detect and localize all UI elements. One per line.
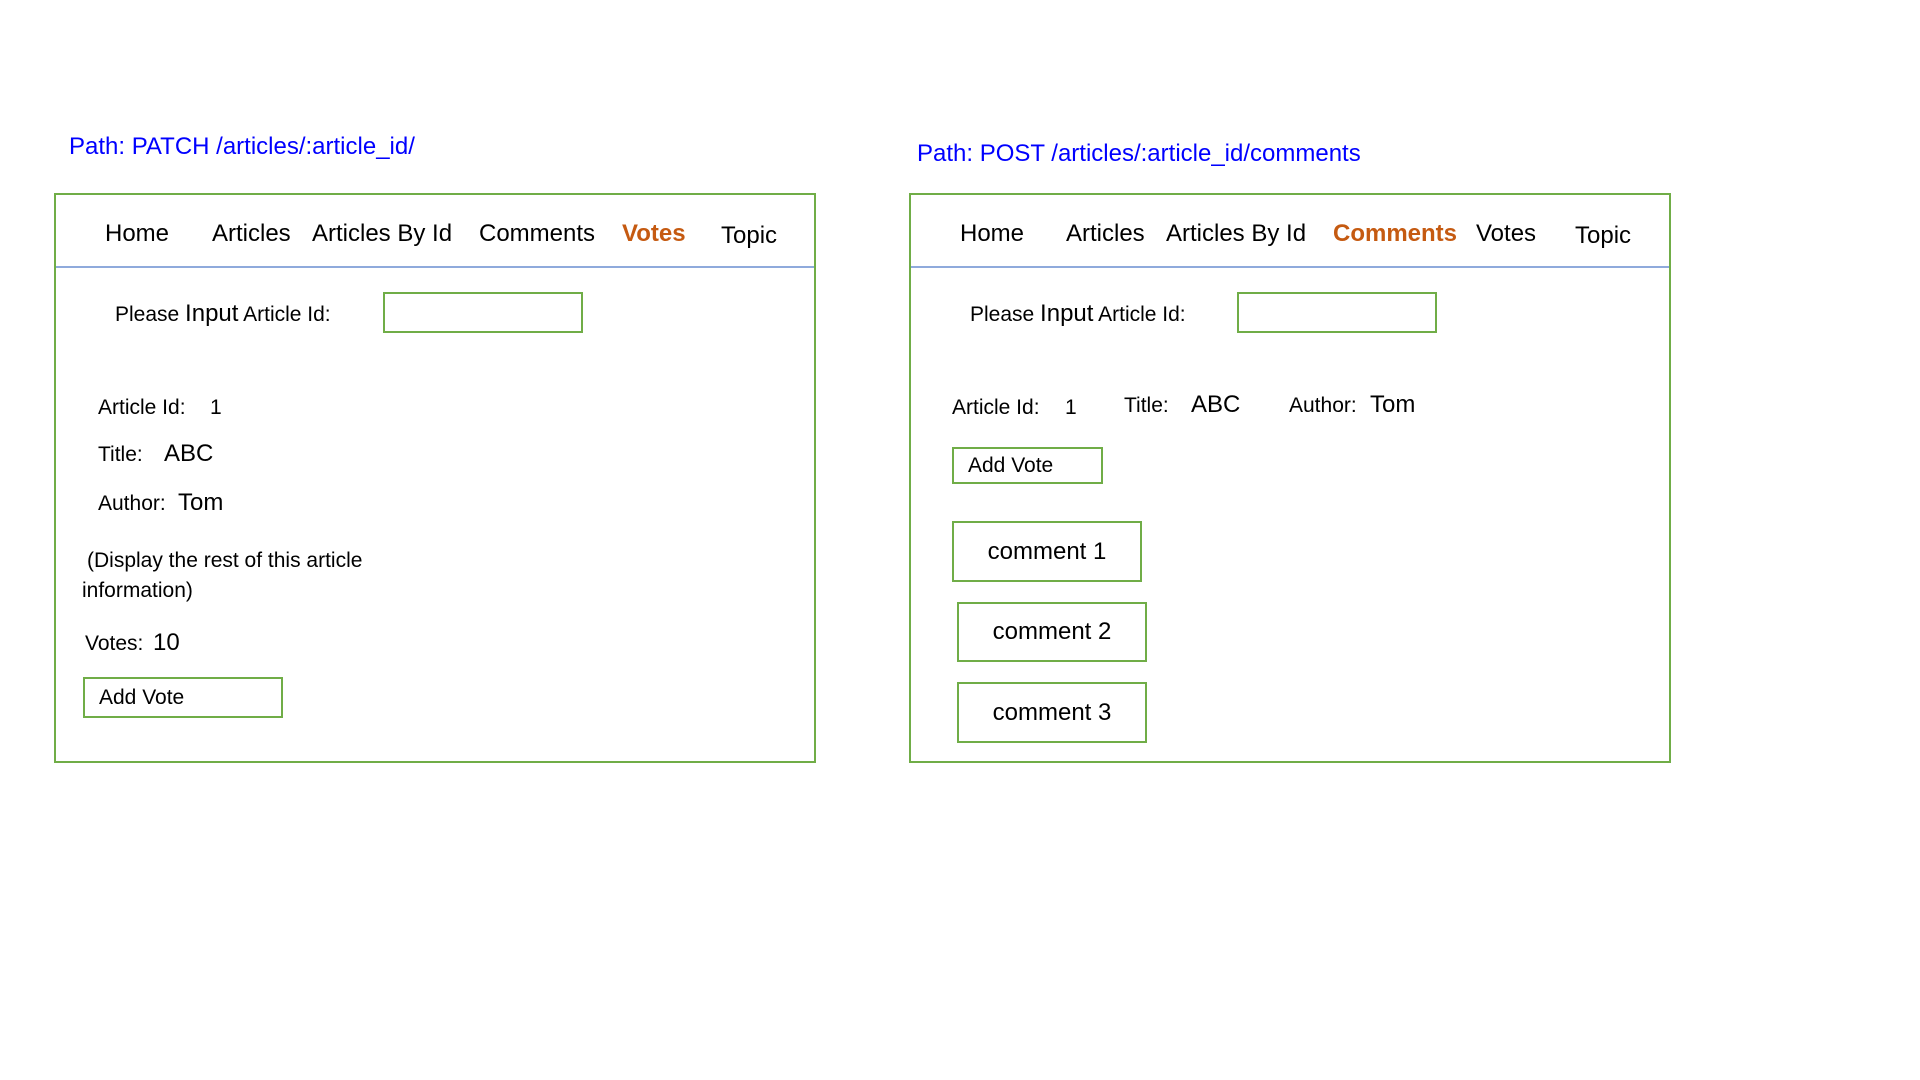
author-value: Tom	[1370, 391, 1416, 418]
comment-item[interactable]: comment 3	[957, 682, 1147, 743]
comment-item[interactable]: comment 1	[952, 521, 1142, 582]
title-label: Title:	[1124, 394, 1169, 417]
article-id-value: 1	[210, 396, 222, 419]
title-value: ABC	[164, 440, 214, 467]
author-value: Tom	[178, 489, 224, 516]
author-label: Author:	[1289, 394, 1357, 417]
author-label: Author:	[98, 492, 166, 515]
nav-articles-by-id[interactable]: Articles By Id	[312, 222, 452, 246]
nav-votes[interactable]: Votes	[622, 222, 686, 246]
add-vote-button[interactable]: Add Vote	[952, 447, 1103, 484]
left-path-label: Path: PATCH /articles/:article_id/	[69, 133, 415, 160]
comment-item[interactable]: comment 2	[957, 602, 1147, 662]
nav-comments[interactable]: Comments	[1333, 222, 1457, 246]
nav-articles[interactable]: Articles	[212, 222, 291, 246]
title-value: ABC	[1191, 391, 1241, 418]
title-label: Title:	[98, 443, 143, 466]
add-vote-button[interactable]: Add Vote	[83, 677, 283, 718]
nav-articles[interactable]: Articles	[1066, 222, 1145, 246]
note-line-2: information)	[82, 579, 193, 602]
nav-comments[interactable]: Comments	[479, 222, 595, 246]
nav-home[interactable]: Home	[105, 222, 169, 246]
nav-topic[interactable]: Topic	[721, 224, 777, 248]
nav-topic[interactable]: Topic	[1575, 224, 1631, 248]
votes-label: Votes:	[85, 632, 144, 655]
nav-divider	[911, 266, 1669, 268]
note-line-1: (Display the rest of this article	[87, 549, 363, 572]
article-id-input-label: Please Input Article Id:	[115, 300, 331, 327]
nav-divider	[56, 266, 814, 268]
article-id-value: 1	[1065, 396, 1077, 419]
nav-home[interactable]: Home	[960, 222, 1024, 246]
votes-value: 10	[153, 629, 180, 656]
article-id-label: Article Id:	[952, 396, 1040, 419]
article-id-label: Article Id:	[98, 396, 186, 419]
article-id-input[interactable]	[383, 292, 583, 333]
nav-votes[interactable]: Votes	[1476, 222, 1536, 246]
right-path-label: Path: POST /articles/:article_id/comment…	[917, 140, 1361, 167]
nav-articles-by-id[interactable]: Articles By Id	[1166, 222, 1306, 246]
article-id-input-label: Please Input Article Id:	[970, 300, 1186, 327]
article-id-input[interactable]	[1237, 292, 1437, 333]
